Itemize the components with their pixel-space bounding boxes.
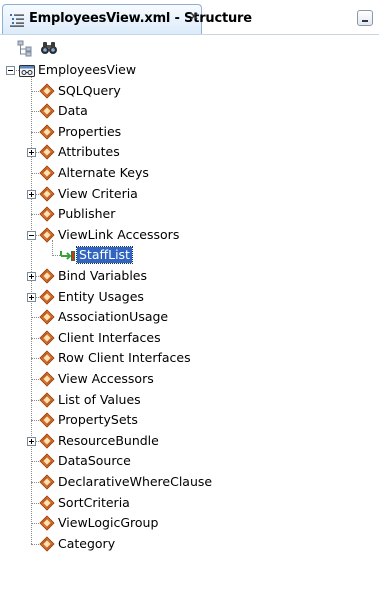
diamond-node-icon bbox=[39, 330, 55, 346]
tree-node-label[interactable]: DeclarativeWhereClause bbox=[56, 474, 214, 490]
diamond-node-icon bbox=[39, 433, 55, 449]
tab-strip: EmployeesView.xml - Structure × bbox=[0, 0, 379, 34]
tree-node-label[interactable]: SQLQuery bbox=[56, 83, 123, 99]
diamond-node-icon bbox=[39, 371, 55, 387]
tree-node-label[interactable]: AssociationUsage bbox=[56, 309, 170, 325]
diamond-node-icon bbox=[39, 289, 55, 305]
expand-toggle[interactable] bbox=[27, 293, 36, 302]
expand-toggle[interactable] bbox=[27, 148, 36, 157]
diamond-node-icon bbox=[39, 536, 55, 552]
diamond-node-icon bbox=[39, 144, 55, 160]
diamond-node-icon bbox=[39, 227, 55, 243]
diamond-node-icon bbox=[39, 412, 55, 428]
tree-guide-line bbox=[31, 91, 39, 92]
diamond-node-icon bbox=[39, 268, 55, 284]
tree-guide-line bbox=[31, 379, 39, 380]
structure-tab[interactable]: EmployeesView.xml - Structure × bbox=[2, 4, 252, 34]
tree-guide-line bbox=[31, 317, 39, 318]
tree-node-label[interactable]: StaffList bbox=[76, 246, 133, 264]
tree-node-label[interactable]: Client Interfaces bbox=[56, 330, 163, 346]
binoculars-icon[interactable] bbox=[40, 39, 58, 57]
tree-node-label[interactable]: PropertySets bbox=[56, 412, 140, 428]
tree-node-label[interactable]: ViewLink Accessors bbox=[56, 227, 181, 243]
tree-guide-line bbox=[31, 461, 39, 462]
diamond-node-icon bbox=[39, 165, 55, 181]
minimize-button[interactable] bbox=[357, 10, 373, 26]
tab-title: EmployeesView.xml - Structure bbox=[29, 11, 252, 26]
tree-guide-line bbox=[31, 338, 39, 339]
collapse-toggle[interactable] bbox=[6, 66, 15, 75]
diamond-node-icon bbox=[39, 124, 55, 140]
structure-icon bbox=[10, 14, 24, 27]
tree-node-label[interactable]: SortCriteria bbox=[56, 495, 132, 511]
structure-tree: EmployeesView SQLQuery Data Properties Attri… bbox=[0, 60, 379, 614]
tree-node-label[interactable]: View Accessors bbox=[56, 371, 156, 387]
tree-node-label[interactable]: Data bbox=[56, 103, 90, 119]
tree-guide-line bbox=[31, 420, 39, 421]
expand-toggle[interactable] bbox=[27, 272, 36, 281]
tree-node-label[interactable]: Bind Variables bbox=[56, 268, 149, 284]
tree-guide-line bbox=[31, 400, 39, 401]
tree-guide-line bbox=[31, 132, 39, 133]
diamond-node-icon bbox=[39, 515, 55, 531]
tree-node-label[interactable]: Row Client Interfaces bbox=[56, 350, 193, 366]
diamond-node-icon bbox=[39, 309, 55, 325]
tree-node-label[interactable]: Properties bbox=[56, 124, 123, 140]
tree-guide-line bbox=[31, 544, 39, 545]
diamond-node-icon bbox=[39, 495, 55, 511]
tree-node-label[interactable]: ViewLogicGroup bbox=[56, 515, 160, 531]
tree-node-label[interactable]: Alternate Keys bbox=[56, 165, 151, 181]
tree-node-label[interactable]: Category bbox=[56, 536, 117, 552]
tree-guide-line bbox=[31, 214, 39, 215]
tree-guide-line bbox=[31, 523, 39, 524]
tree-guide-line bbox=[31, 111, 39, 112]
tree-node-label[interactable]: View Criteria bbox=[56, 186, 140, 202]
hierarchy-icon[interactable] bbox=[16, 39, 34, 57]
tree-guide-line bbox=[31, 503, 39, 504]
diamond-node-icon bbox=[39, 103, 55, 119]
tree-node-label[interactable]: Publisher bbox=[56, 206, 117, 222]
expand-toggle[interactable] bbox=[27, 437, 36, 446]
tree-node-label[interactable]: Attributes bbox=[56, 144, 122, 160]
diamond-node-icon bbox=[39, 474, 55, 490]
tree-guide-line bbox=[31, 173, 39, 174]
expand-toggle[interactable] bbox=[27, 190, 36, 199]
view-object-icon bbox=[19, 65, 35, 77]
view-link-icon bbox=[60, 251, 75, 261]
tree-root-label[interactable]: EmployeesView bbox=[36, 62, 138, 78]
close-icon[interactable]: × bbox=[189, 9, 199, 23]
tree-guide-line bbox=[31, 482, 39, 483]
tree-guide-line bbox=[31, 75, 32, 544]
diamond-node-icon bbox=[39, 83, 55, 99]
tree-node-label[interactable]: DataSource bbox=[56, 453, 133, 469]
tree-guide-line bbox=[31, 358, 39, 359]
diamond-node-icon bbox=[39, 186, 55, 202]
diamond-node-icon bbox=[39, 350, 55, 366]
collapse-toggle[interactable] bbox=[27, 231, 36, 240]
tree-guide-line bbox=[52, 255, 60, 256]
tree-node-label[interactable]: ResourceBundle bbox=[56, 433, 161, 449]
tree-node-label[interactable]: List of Values bbox=[56, 392, 143, 408]
tree-node-label[interactable]: Entity Usages bbox=[56, 289, 146, 305]
diamond-node-icon bbox=[39, 392, 55, 408]
toolbar bbox=[0, 34, 379, 61]
diamond-node-icon bbox=[39, 453, 55, 469]
diamond-node-icon bbox=[39, 206, 55, 222]
